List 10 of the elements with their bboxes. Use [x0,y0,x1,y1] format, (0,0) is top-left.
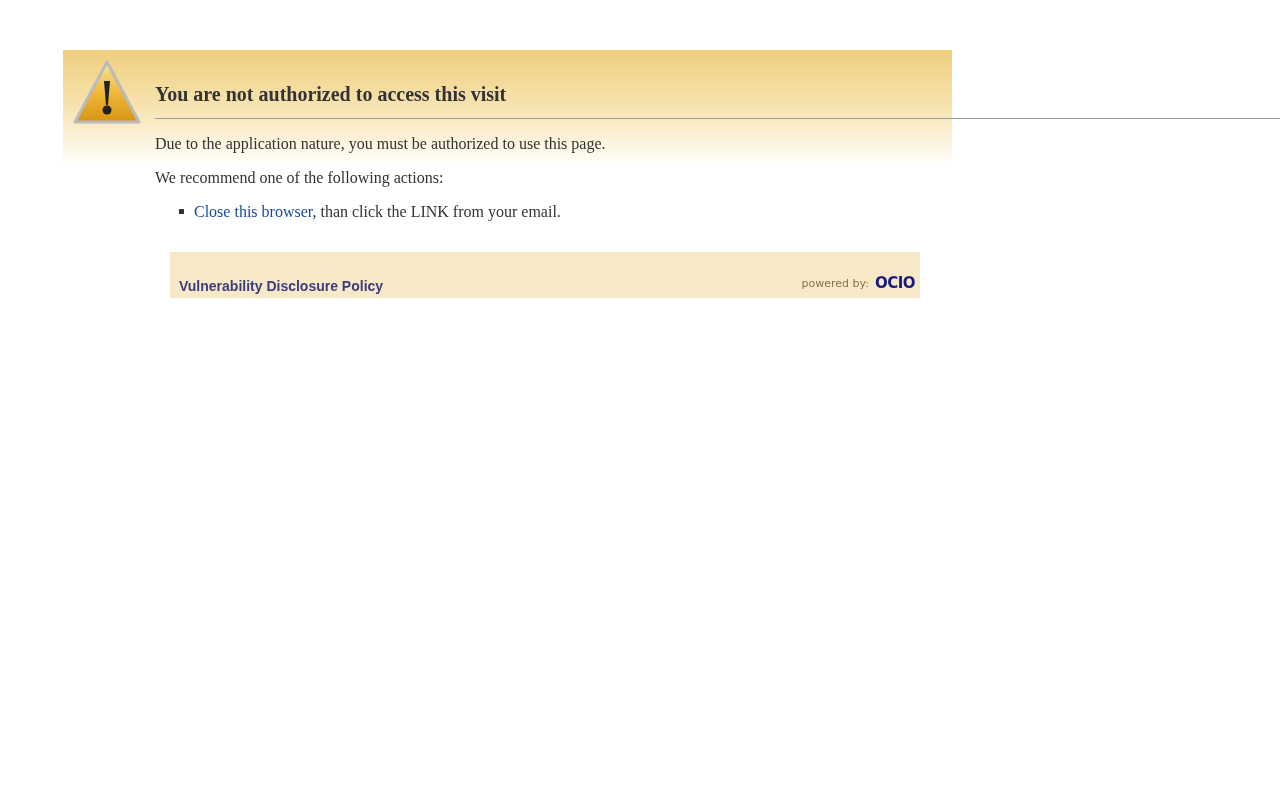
ocio-logo: OCIO [874,274,915,292]
close-browser-link[interactable]: Close this browser [194,203,313,220]
message-text: Due to the application nature, you must be authorized to use this page. [155,134,607,153]
action-text: Close this browser, than click the LINK from your email. [194,202,561,221]
warning-icon [72,59,142,127]
powered-by-text: powered by: [801,276,869,290]
recommendation-text: We recommend one of the following actions: [155,168,445,187]
policy-link[interactable]: Vulnerability Disclosure Policy [179,278,384,294]
bullet-icon [179,209,184,214]
page-heading: You are not authorized to access this visit [155,82,508,106]
